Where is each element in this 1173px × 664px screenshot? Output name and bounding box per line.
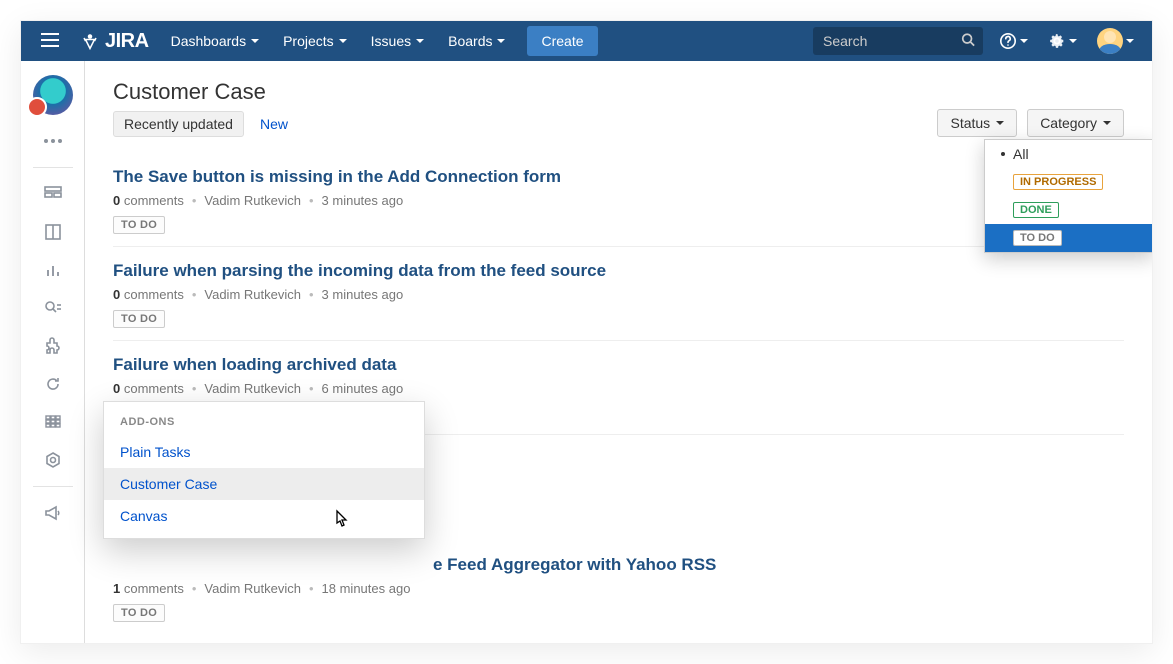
create-button[interactable]: Create: [527, 26, 597, 56]
project-avatar[interactable]: [33, 75, 73, 115]
issue-row: The Save button is missing in the Add Co…: [113, 163, 1124, 246]
sidebar-megaphone-icon[interactable]: [35, 495, 71, 531]
status-badge: TO DO: [113, 216, 165, 234]
nav-projects[interactable]: Projects: [273, 27, 357, 55]
sidebar-columns-icon[interactable]: [35, 214, 71, 250]
cursor-icon: [331, 509, 349, 536]
menu-icon[interactable]: [31, 27, 69, 56]
settings-icon[interactable]: [1040, 26, 1085, 56]
nav-boards[interactable]: Boards: [438, 27, 515, 55]
project-title: Customer Case: [113, 79, 1124, 105]
jira-logo[interactable]: JIRA: [73, 30, 157, 53]
top-navigation: JIRA Dashboards Projects Issues Boards C…: [21, 21, 1152, 61]
tab-new[interactable]: New: [260, 116, 288, 132]
search-input[interactable]: [813, 27, 983, 55]
addons-item-plain-tasks[interactable]: Plain Tasks: [104, 436, 424, 468]
tab-recently-updated[interactable]: Recently updated: [113, 111, 244, 137]
issue-row: Failure when parsing the incoming data f…: [113, 246, 1124, 340]
status-badge: TO DO: [113, 310, 165, 328]
addons-item-canvas[interactable]: Canvas: [104, 500, 424, 532]
sidebar-grid-icon[interactable]: [35, 404, 71, 440]
help-icon[interactable]: [991, 26, 1036, 56]
sidebar-stack-icon[interactable]: [35, 176, 71, 212]
filter-status[interactable]: Status: [937, 109, 1017, 137]
status-dropdown: All IN PROGRESS DONE TO DO: [984, 139, 1152, 253]
sidebar-chart-icon[interactable]: [35, 252, 71, 288]
addons-item-customer-case[interactable]: Customer Case: [104, 468, 424, 500]
issue-title-partial[interactable]: e Feed Aggregator with Yahoo RSS: [433, 555, 1124, 575]
more-icon[interactable]: [35, 123, 71, 159]
logo-text: JIRA: [105, 30, 149, 53]
search-icon[interactable]: [961, 33, 975, 50]
issue-list: The Save button is missing in the Add Co…: [113, 163, 1124, 634]
status-option-done[interactable]: DONE: [985, 196, 1152, 224]
main-content: Customer Case Recently updated New Statu…: [85, 61, 1152, 643]
nav-dashboards[interactable]: Dashboards: [161, 27, 270, 55]
status-badge: TO DO: [113, 604, 165, 622]
issue-title[interactable]: Failure when parsing the incoming data f…: [113, 261, 1124, 281]
filter-category[interactable]: Category: [1027, 109, 1124, 137]
sidebar-search-people-icon[interactable]: [35, 290, 71, 326]
sidebar-puzzle-icon[interactable]: [35, 328, 71, 364]
addons-header: ADD-ONS: [104, 402, 424, 436]
addons-popup: ADD-ONS Plain Tasks Customer Case Canvas: [103, 401, 425, 539]
sidebar: [21, 61, 85, 643]
issue-title[interactable]: Failure when loading archived data: [113, 355, 1124, 375]
nav-issues[interactable]: Issues: [361, 27, 434, 55]
sidebar-settings-icon[interactable]: [35, 442, 71, 478]
sidebar-refresh-icon[interactable]: [35, 366, 71, 402]
status-option-todo[interactable]: TO DO: [985, 224, 1152, 252]
issue-title[interactable]: The Save button is missing in the Add Co…: [113, 167, 1124, 187]
user-avatar[interactable]: [1089, 22, 1142, 60]
status-option-inprogress[interactable]: IN PROGRESS: [985, 168, 1152, 196]
status-option-all[interactable]: All: [985, 140, 1152, 168]
